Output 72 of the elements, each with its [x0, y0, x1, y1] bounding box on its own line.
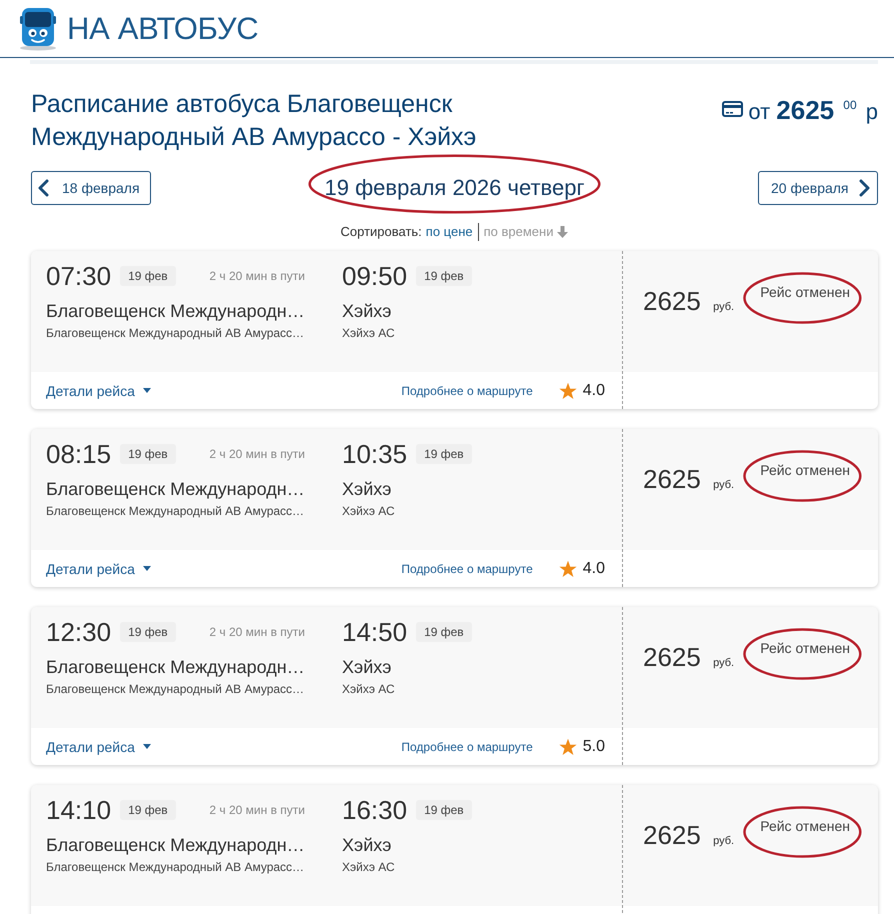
departure-city: Благовещенск Международн… — [46, 478, 305, 500]
chevron-right-icon — [858, 179, 870, 197]
arrival-station: Хэйхэ АС — [342, 859, 395, 875]
arrival-station: Хэйхэ АС — [342, 325, 395, 341]
route-info-link[interactable]: Подробнее о маршруте — [401, 562, 533, 576]
route-info-link[interactable]: Подробнее о маршруте — [401, 384, 533, 398]
trip-price: 2625 руб. — [643, 464, 734, 496]
arrival-time: 09:50 — [342, 261, 408, 291]
departure-station: Благовещенск Международный АВ Амурасс… — [46, 681, 304, 697]
trip-duration: 2 ч 20 мин в пути — [209, 803, 305, 817]
star-icon — [558, 560, 577, 578]
departure-date: 19 фев — [120, 444, 176, 464]
trip-status: Рейс отменен — [760, 640, 850, 656]
departure-date: 19 фев — [120, 622, 176, 642]
departure-time: 08:15 — [46, 439, 112, 469]
trip-details-link[interactable]: Детали рейса — [46, 382, 151, 398]
sort-label: Сортировать: — [340, 224, 422, 239]
caret-down-icon — [142, 744, 151, 749]
arrival-date: 19 фев — [416, 266, 472, 286]
star-icon — [558, 382, 577, 400]
departure-station: Благовещенск Международный АВ Амурасс… — [46, 325, 304, 341]
arrival-city: Хэйхэ — [342, 834, 392, 856]
sort-option[interactable]: по цене — [426, 224, 473, 239]
trip-status: Рейс отменен — [760, 818, 850, 834]
arrival-time: 14:50 — [342, 617, 408, 647]
trip-price: 2625 руб. — [643, 642, 734, 674]
rating-value: 5.0 — [582, 738, 605, 756]
previous-date-button[interactable]: 18 февраля — [31, 171, 151, 205]
route-info-link[interactable]: Подробнее о маршруте — [401, 740, 533, 754]
trip-details-link[interactable]: Детали рейса — [46, 560, 151, 576]
rating-value: 4.0 — [582, 560, 605, 578]
trip-price: 2625 руб. — [643, 820, 734, 852]
departure-time: 14:10 — [46, 795, 112, 825]
trip-status: Рейс отменен — [760, 284, 850, 300]
star-icon — [558, 738, 577, 756]
arrow-down-icon — [557, 226, 568, 238]
caret-down-icon — [142, 388, 151, 393]
current-date: 19 февраля 2026 четверг — [324, 175, 584, 201]
trip-duration: 2 ч 20 мин в пути — [209, 269, 305, 283]
trip-duration: 2 ч 20 мин в пути — [209, 625, 305, 639]
trip-status: Рейс отменен — [760, 462, 850, 478]
departure-city: Благовещенск Международн… — [46, 300, 305, 322]
departure-city: Благовещенск Международн… — [46, 834, 305, 856]
arrival-date: 19 фев — [416, 622, 472, 642]
credit-card-icon — [722, 100, 744, 116]
arrival-city: Хэйхэ — [342, 478, 392, 500]
departure-city: Благовещенск Международн… — [46, 656, 305, 678]
arrival-date: 19 фев — [416, 444, 472, 464]
arrival-date: 19 фев — [416, 800, 472, 820]
rating-value: 4.0 — [582, 382, 605, 400]
departure-date: 19 фев — [120, 800, 176, 820]
arrival-station: Хэйхэ АС — [342, 681, 395, 697]
caret-down-icon — [142, 566, 151, 571]
site-name[interactable]: НА АВТОБУС — [67, 10, 258, 46]
min-price: от 2625 $^{00}$ р — [748, 94, 878, 127]
arrival-city: Хэйхэ — [342, 656, 392, 678]
departure-station: Благовещенск Международный АВ Амурасс… — [46, 503, 304, 519]
arrival-time: 10:35 — [342, 439, 408, 469]
next-date-button[interactable]: 20 февраля — [758, 171, 878, 205]
departure-time: 07:30 — [46, 261, 112, 291]
chevron-left-icon — [38, 179, 49, 197]
arrival-city: Хэйхэ — [342, 300, 392, 322]
trip-details-link[interactable]: Детали рейса — [46, 738, 151, 754]
bus-icon[interactable] — [18, 6, 58, 50]
page-title: Расписание автобуса Благовещенск Международный АВ Амурассо - Хэйхэ — [31, 89, 478, 153]
trip-price: 2625 руб. — [643, 286, 734, 318]
departure-time: 12:30 — [46, 617, 112, 647]
trip-duration: 2 ч 20 мин в пути — [209, 447, 305, 461]
arrival-time: 16:30 — [342, 795, 408, 825]
departure-date: 19 фев — [120, 266, 176, 286]
departure-station: Благовещенск Международный АВ Амурасс… — [46, 859, 304, 875]
arrival-station: Хэйхэ АС — [342, 503, 395, 519]
